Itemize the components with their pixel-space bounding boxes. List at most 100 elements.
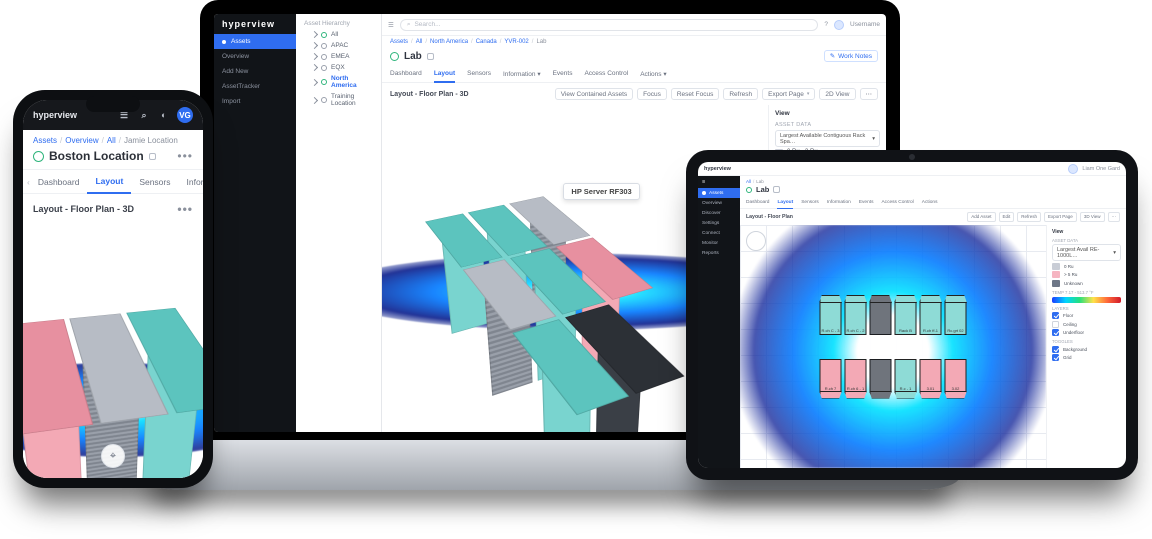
layer-checkbox[interactable]: Underfloor <box>1052 329 1121 336</box>
layer-checkbox[interactable]: Ceiling <box>1052 321 1121 328</box>
tree-root[interactable]: All <box>300 29 377 40</box>
tab-access[interactable]: Access Control <box>584 66 628 82</box>
rack-2d[interactable]: R.c - 1 <box>895 359 917 393</box>
nav-add-new[interactable]: Add New <box>214 64 296 79</box>
edit-icon[interactable] <box>149 153 156 160</box>
crumb-current: Lab <box>756 179 764 184</box>
btn-2d-view[interactable]: 2D View <box>819 88 855 100</box>
toggle-checkbox[interactable]: Background <box>1052 346 1121 353</box>
search-input[interactable]: ⌕Search... <box>400 19 819 31</box>
rack-2d[interactable]: Rc.grt 02 <box>945 301 967 335</box>
tree-north-america[interactable]: North America <box>300 73 377 91</box>
crumb[interactable]: All <box>107 136 116 145</box>
tab-access[interactable]: Access Control <box>881 197 913 208</box>
phone-notch <box>86 96 140 112</box>
tab-actions[interactable]: Actions ▾ <box>640 66 666 82</box>
help-icon[interactable]: ? <box>824 21 828 28</box>
tab-information[interactable]: Informat <box>179 171 204 193</box>
nav-assets[interactable]: Assets <box>698 188 740 198</box>
tab-dashboard[interactable]: Dashboard <box>390 66 422 82</box>
crumb[interactable]: Overview <box>65 136 98 145</box>
compass-icon[interactable] <box>746 231 766 251</box>
tab-layout[interactable]: Layout <box>87 170 131 194</box>
edit-icon[interactable] <box>773 186 780 193</box>
crumb[interactable]: Canada <box>476 39 497 45</box>
rack-2d[interactable]: R.ch ff-1 <box>920 301 942 335</box>
crumb[interactable]: All <box>416 39 423 45</box>
tab-dashboard[interactable]: Dashboard <box>746 197 769 208</box>
btn-more[interactable]: ⋯ <box>860 88 879 100</box>
nav-item[interactable]: Reports <box>698 248 740 258</box>
rack-2d[interactable]: 3.02 <box>945 359 967 393</box>
btn-reset-focus[interactable]: Reset Focus <box>671 88 720 100</box>
more-icon[interactable]: ••• <box>177 202 193 216</box>
nav-assettracker[interactable]: AssetTracker <box>214 79 296 94</box>
crumb[interactable]: Assets <box>390 39 408 45</box>
tab-information[interactable]: Information ▾ <box>503 66 541 82</box>
tab-sensors[interactable]: Sensors <box>131 171 178 193</box>
btn-focus[interactable]: Focus <box>637 88 667 100</box>
username-label: Username <box>850 21 880 28</box>
chevron-icon <box>311 31 318 38</box>
btn-more[interactable]: ⋯ <box>1108 212 1121 222</box>
tab-information[interactable]: Information <box>827 197 851 208</box>
tab-events[interactable]: Events <box>553 66 573 82</box>
more-icon[interactable]: ••• <box>177 149 193 163</box>
layer-checkbox[interactable]: Floor <box>1052 312 1121 319</box>
rack-2d[interactable] <box>870 359 892 393</box>
floorplan-canvas-3d[interactable]: ⌖ <box>23 224 203 478</box>
nav-item[interactable]: Monitor <box>698 238 740 248</box>
avatar[interactable] <box>1068 164 1078 174</box>
crumb[interactable]: Assets <box>33 136 57 145</box>
nav-item[interactable]: Settings <box>698 218 740 228</box>
crumb[interactable]: North America <box>430 39 468 45</box>
crumb[interactable]: All <box>746 179 751 184</box>
asset-data-select[interactable]: Largest Available Contiguous Rack Spa…▾ <box>775 130 880 147</box>
tree-apac[interactable]: APAC <box>300 40 377 51</box>
status-icon <box>390 52 399 61</box>
btn-refresh[interactable]: Refresh <box>1017 212 1041 222</box>
tab-dashboard[interactable]: Dashboard <box>30 171 88 193</box>
work-notes-button[interactable]: ✎Work Notes <box>824 50 878 62</box>
btn-view-contained[interactable]: View Contained Assets <box>555 88 633 100</box>
avatar[interactable] <box>834 20 844 30</box>
person-icon[interactable]: ◐ <box>157 108 171 122</box>
btn-3d-view[interactable]: 3D View <box>1080 212 1105 222</box>
toggle-checkbox[interactable]: Grid <box>1052 354 1121 361</box>
rack-2d[interactable]: R.ch 6 - 1 <box>845 359 867 393</box>
nav-item[interactable]: Discover <box>698 208 740 218</box>
btn-edit[interactable]: Edit <box>999 212 1015 222</box>
nav-overview[interactable]: Overview <box>214 49 296 64</box>
rack-2d[interactable]: R.ch C - 2 <box>845 301 867 335</box>
tab-actions[interactable]: Actions <box>922 197 938 208</box>
edit-icon[interactable] <box>427 53 434 60</box>
tab-sensors[interactable]: Sensors <box>467 66 491 82</box>
tree-emea[interactable]: EMEA <box>300 51 377 62</box>
rack-2d[interactable]: Rack B <box>895 301 917 335</box>
btn-add-asset[interactable]: Add Asset <box>967 212 995 222</box>
nav-assets[interactable]: Assets <box>214 34 296 49</box>
btn-export[interactable]: Export Page <box>1044 212 1077 222</box>
rack-2d[interactable] <box>870 301 892 335</box>
crumb[interactable]: YVR-002 <box>504 39 528 45</box>
floorplan-canvas-2d[interactable]: R.ch C - 3R.ch C - 2 Rack BR.ch ff-1Rc.gr… <box>740 225 1046 468</box>
avatar[interactable]: VG <box>177 107 193 123</box>
nav-item[interactable]: Overview <box>698 198 740 208</box>
search-icon[interactable]: ⌕ <box>137 108 151 122</box>
asset-data-select[interactable]: Largest Avail RE-1000L…▾ <box>1052 244 1121 261</box>
nav-import[interactable]: Import <box>214 94 296 109</box>
tab-sensors[interactable]: Sensors <box>801 197 819 208</box>
recenter-button[interactable]: ⌖ <box>101 444 125 468</box>
btn-export[interactable]: Export Page▾ <box>762 88 815 100</box>
rack-2d[interactable]: R.ch C - 3 <box>820 301 842 335</box>
nav-item[interactable]: Connect <box>698 228 740 238</box>
btn-refresh[interactable]: Refresh <box>723 88 758 100</box>
tab-events[interactable]: Events <box>859 197 874 208</box>
rack-2d[interactable]: 3.01 <box>920 359 942 393</box>
sidebar-toggle-icon[interactable]: ☰ <box>388 21 394 29</box>
rack-2d[interactable]: R.ch 7 <box>820 359 842 393</box>
tab-layout[interactable]: Layout <box>777 197 793 209</box>
tree-training[interactable]: Training Location <box>300 91 377 109</box>
tab-layout[interactable]: Layout <box>434 66 455 83</box>
tree-eqx[interactable]: EQX <box>300 62 377 73</box>
